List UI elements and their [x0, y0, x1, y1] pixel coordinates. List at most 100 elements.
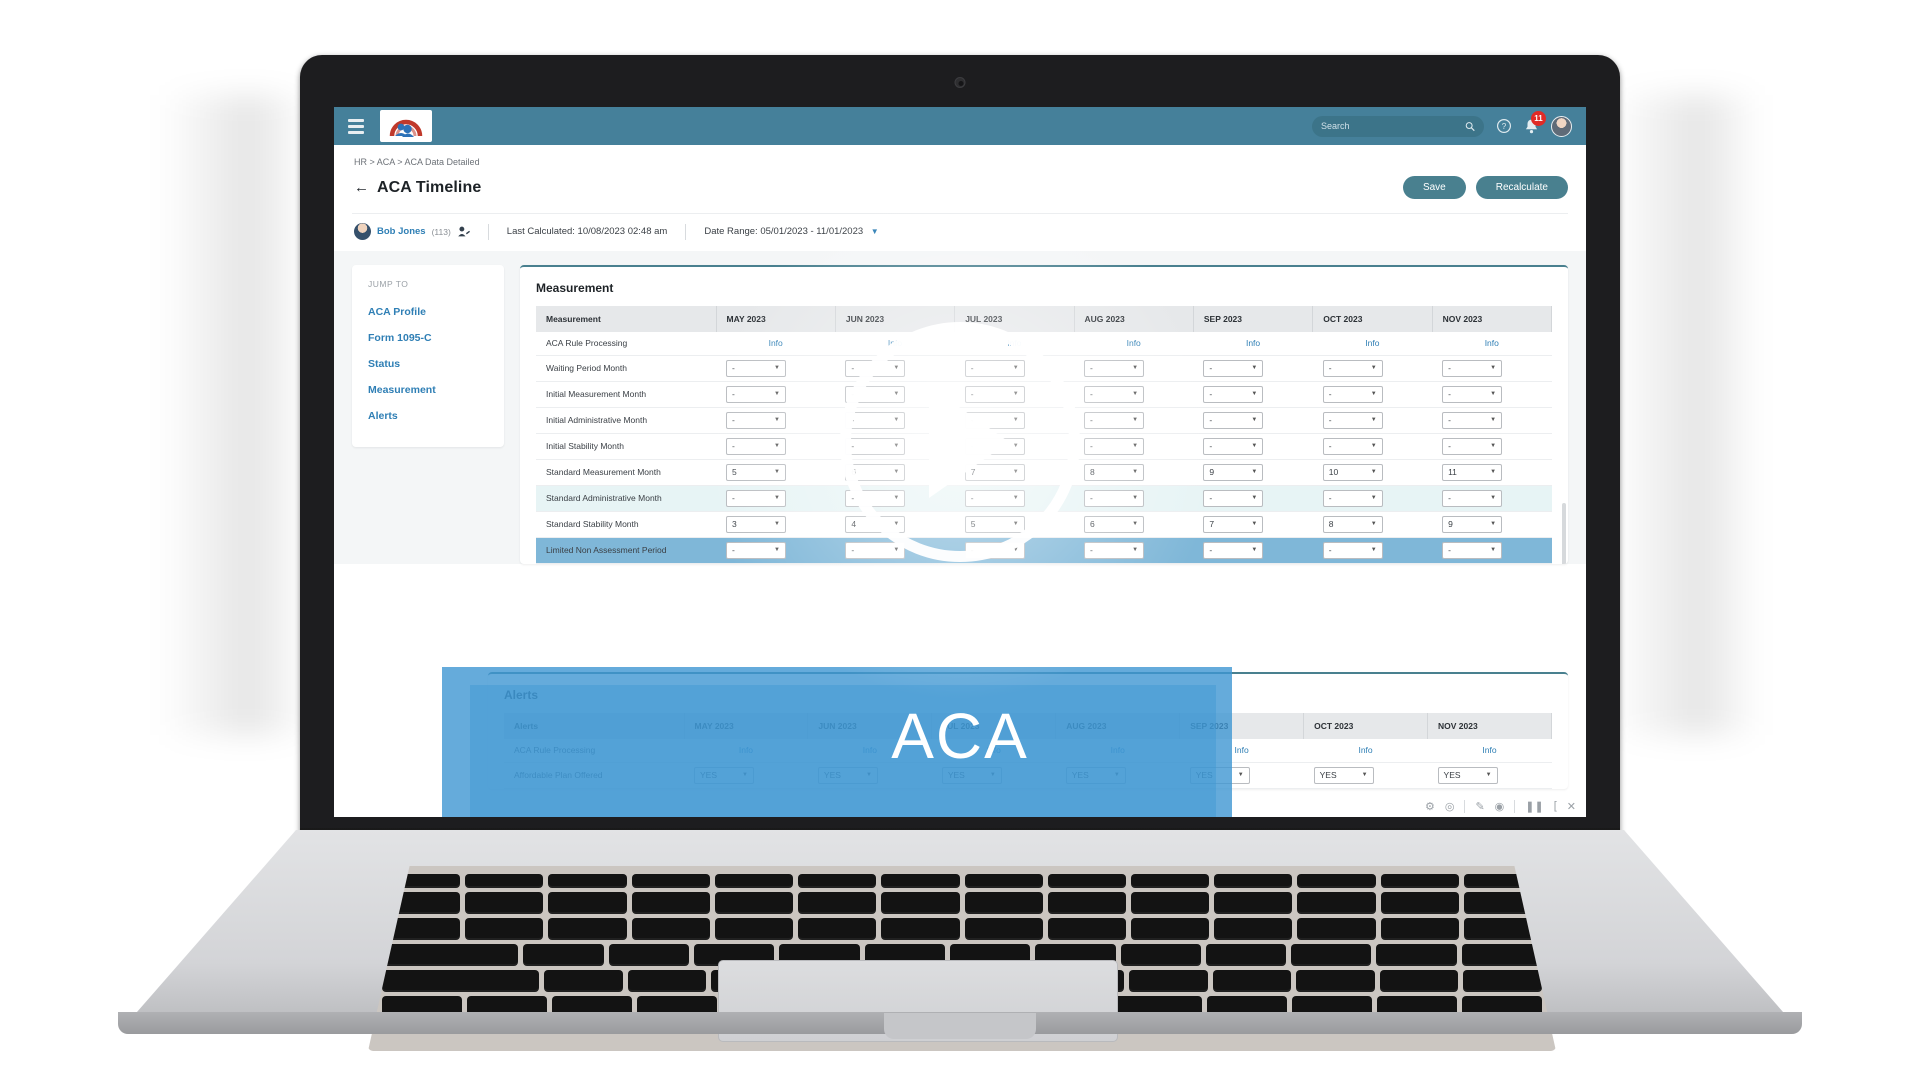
chevron-down-icon[interactable]: ▼	[1490, 365, 1496, 371]
chevron-down-icon[interactable]: ▼	[1371, 495, 1377, 501]
chevron-down-icon[interactable]: ▼	[1490, 547, 1496, 553]
chevron-down-icon[interactable]: ▼	[1371, 521, 1377, 527]
measurement-col-header[interactable]: JUN 2023	[835, 306, 956, 332]
chevron-down-icon[interactable]: ▼	[1371, 365, 1377, 371]
chevron-down-icon[interactable]: ▼	[893, 443, 899, 449]
chevron-down-icon[interactable]: ▼	[1013, 443, 1019, 449]
settings-icon[interactable]: ⚙	[1425, 800, 1435, 813]
chevron-down-icon[interactable]: ▼	[1490, 443, 1496, 449]
measurement-col-header[interactable]: MAY 2023	[716, 306, 836, 332]
chevron-down-icon[interactable]: ▼	[893, 547, 899, 553]
alerts-dropdown[interactable]: YES ▼	[1189, 766, 1250, 784]
chevron-down-icon[interactable]: ▼	[1362, 772, 1368, 778]
sidebar-item-measurement[interactable]: Measurement	[352, 377, 504, 403]
sidebar-item-status[interactable]: Status	[352, 351, 504, 377]
measurement-dropdown[interactable]: 6 ▼	[845, 463, 906, 481]
alerts-dropdown[interactable]: YES ▼	[1313, 766, 1374, 784]
pause-icon[interactable]: ❚❚	[1525, 800, 1543, 813]
measurement-dropdown[interactable]: - ▼	[1203, 437, 1264, 455]
measurement-col-header[interactable]: Measurement	[536, 306, 717, 332]
measurement-dropdown[interactable]: 8 ▼	[1084, 463, 1145, 481]
measurement-col-header[interactable]: SEP 2023	[1193, 306, 1314, 332]
chevron-down-icon[interactable]: ▼	[1013, 495, 1019, 501]
measurement-dropdown[interactable]: 10 ▼	[1322, 463, 1383, 481]
measurement-dropdown[interactable]: - ▼	[845, 411, 906, 429]
measurement-dropdown[interactable]: - ▼	[1322, 489, 1383, 507]
chevron-down-icon[interactable]: ▼	[1251, 547, 1257, 553]
alerts-info-link[interactable]: Info	[1066, 745, 1170, 755]
measurement-dropdown[interactable]: 5 ▼	[964, 515, 1025, 533]
measurement-dropdown[interactable]: 4 ▼	[845, 515, 906, 533]
chevron-down-icon[interactable]: ▼	[1251, 443, 1257, 449]
person-name[interactable]: Bob Jones	[377, 226, 426, 237]
measurement-dropdown[interactable]: - ▼	[964, 489, 1025, 507]
alerts-dropdown[interactable]: YES ▼	[1437, 766, 1498, 784]
measurement-dropdown[interactable]: - ▼	[1442, 411, 1503, 429]
measurement-dropdown[interactable]: - ▼	[1322, 541, 1383, 559]
chevron-down-icon[interactable]: ▼	[1013, 469, 1019, 475]
search-icon[interactable]	[1465, 121, 1475, 132]
search-box[interactable]	[1312, 115, 1484, 137]
measurement-dropdown[interactable]: 7 ▼	[964, 463, 1025, 481]
measurement-dropdown[interactable]: - ▼	[964, 541, 1025, 559]
pen-icon[interactable]: ✎	[1475, 800, 1484, 813]
recalculate-button[interactable]: Recalculate	[1475, 176, 1568, 199]
chevron-down-icon[interactable]: ▼	[774, 495, 780, 501]
measurement-dropdown[interactable]: - ▼	[1442, 489, 1503, 507]
measurement-dropdown[interactable]: 11 ▼	[1442, 463, 1503, 481]
measurement-dropdown[interactable]: - ▼	[1084, 359, 1145, 377]
measurement-dropdown[interactable]: - ▼	[1442, 385, 1503, 403]
alerts-info-link[interactable]: Info	[942, 745, 1046, 755]
measurement-dropdown[interactable]: 7 ▼	[1203, 515, 1264, 533]
chevron-down-icon[interactable]: ▼	[1251, 417, 1257, 423]
help-circle-icon[interactable]: ?	[1496, 118, 1512, 134]
bracket-icon[interactable]: [	[1554, 800, 1557, 812]
date-range-selector[interactable]: Date Range: 05/01/2023 - 11/01/2023 ▼	[686, 226, 896, 237]
alerts-col-header[interactable]: MAY 2023	[684, 713, 809, 739]
measurement-info-link[interactable]: Info	[965, 338, 1064, 348]
chevron-down-icon[interactable]: ▼	[1013, 417, 1019, 423]
search-input[interactable]	[1321, 121, 1465, 131]
chevron-down-icon[interactable]: ▼	[990, 772, 996, 778]
chevron-down-icon[interactable]: ▼	[1371, 443, 1377, 449]
measurement-dropdown[interactable]: 3 ▼	[726, 515, 786, 533]
chevron-down-icon[interactable]: ▼	[1490, 417, 1496, 423]
measurement-info-link[interactable]: Info	[845, 338, 944, 348]
measurement-dropdown[interactable]: - ▼	[1084, 411, 1145, 429]
chevron-down-icon[interactable]: ▼	[893, 417, 899, 423]
save-button[interactable]: Save	[1402, 176, 1466, 199]
sidebar-item-alerts[interactable]: Alerts	[352, 403, 504, 429]
chevron-down-icon[interactable]: ▼	[1132, 443, 1138, 449]
chevron-down-icon[interactable]: ▼	[1371, 469, 1377, 475]
chevron-down-icon[interactable]: ▼	[1132, 365, 1138, 371]
chevron-down-icon[interactable]: ▼	[774, 547, 780, 553]
measurement-dropdown[interactable]: - ▼	[964, 437, 1025, 455]
measurement-dropdown[interactable]: - ▼	[845, 385, 906, 403]
chevron-down-icon[interactable]: ▼	[774, 521, 780, 527]
alerts-col-header[interactable]: JUL 2023	[931, 713, 1057, 739]
alerts-col-header[interactable]: SEP 2023	[1179, 713, 1305, 739]
measurement-dropdown[interactable]: - ▼	[1084, 437, 1145, 455]
chevron-down-icon[interactable]: ▼	[1486, 772, 1492, 778]
measurement-dropdown[interactable]: - ▼	[964, 359, 1025, 377]
chevron-down-icon[interactable]: ▼	[893, 521, 899, 527]
sidebar-item-form-1095c[interactable]: Form 1095-C	[352, 325, 504, 351]
chevron-down-icon[interactable]: ▼	[1251, 495, 1257, 501]
chevron-down-icon[interactable]: ▼	[1251, 469, 1257, 475]
chevron-down-icon[interactable]: ▼	[1132, 495, 1138, 501]
measurement-dropdown[interactable]: - ▼	[1322, 411, 1383, 429]
chevron-down-icon[interactable]: ▼	[893, 365, 899, 371]
measurement-dropdown[interactable]: - ▼	[1203, 359, 1264, 377]
target-icon[interactable]: ◎	[1445, 800, 1455, 813]
chevron-down-icon[interactable]: ▼	[893, 391, 899, 397]
measurement-dropdown[interactable]: - ▼	[1084, 489, 1145, 507]
chevron-down-icon[interactable]: ▼	[893, 495, 899, 501]
alerts-dropdown[interactable]: YES ▼	[817, 766, 878, 784]
alerts-col-header[interactable]: OCT 2023	[1303, 713, 1429, 739]
measurement-dropdown[interactable]: - ▼	[726, 411, 786, 429]
breadcrumb[interactable]: HR > ACA > ACA Data Detailed	[352, 145, 1568, 167]
chevron-down-icon[interactable]: ▼	[774, 443, 780, 449]
alerts-info-link[interactable]: Info	[694, 745, 798, 755]
alerts-dropdown[interactable]: YES ▼	[941, 766, 1002, 784]
chevron-down-icon[interactable]: ▼	[1490, 521, 1496, 527]
